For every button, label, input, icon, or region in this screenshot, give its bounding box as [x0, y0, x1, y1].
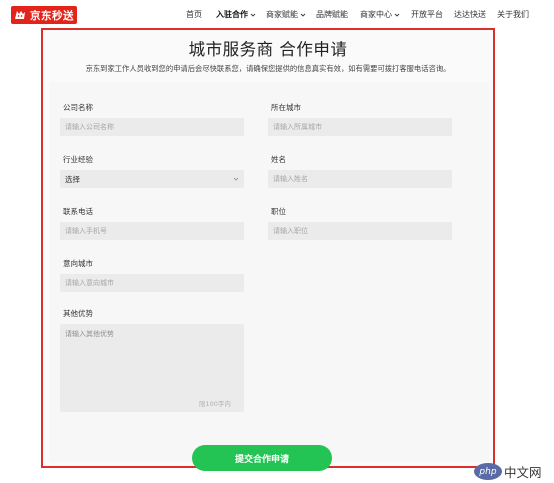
dog-logo-icon — [12, 7, 28, 23]
nav-item-dada[interactable]: 达达快送 — [454, 9, 486, 20]
nav-item-label: 品牌赋能 — [316, 10, 348, 19]
form-area: 公司名称 所在城市 行业经验 选择 姓名 联系电话 职位 意向城市 其他优势 限… — [49, 82, 489, 462]
nav-item-label: 关于我们 — [497, 10, 529, 19]
target-city-label: 意向城市 — [63, 259, 93, 268]
position-label: 职位 — [271, 207, 286, 216]
chevron-down-icon — [250, 13, 256, 17]
company-label: 公司名称 — [63, 103, 93, 112]
phone-input[interactable] — [60, 222, 244, 240]
chevron-down-icon — [300, 13, 306, 17]
nav-item-label: 首页 — [186, 10, 202, 19]
name-input[interactable] — [268, 170, 452, 188]
city-input[interactable] — [268, 118, 452, 136]
nav-item-open-platform[interactable]: 开放平台 — [411, 9, 443, 20]
target-city-input[interactable] — [60, 274, 244, 292]
page-title: 城市服务商 合作申请 — [188, 40, 348, 59]
php-logo-icon: php — [474, 463, 502, 480]
nav-item-label: 商家赋能 — [266, 10, 298, 19]
industry-select[interactable]: 选择 — [60, 170, 244, 188]
watermark: php 中文网 — [474, 462, 542, 481]
nav-item-label: 达达快送 — [454, 10, 486, 19]
top-nav: 京东秒送 首页 入驻合作 商家赋能 品牌赋能 商家中心 开放平台 达达快送 关于… — [0, 0, 554, 30]
watermark-text: 中文网 — [504, 465, 542, 480]
chevron-down-icon — [233, 177, 239, 181]
company-input[interactable] — [60, 118, 244, 136]
submit-application-button[interactable]: 提交合作申请 — [192, 445, 332, 471]
city-label: 所在城市 — [271, 103, 301, 112]
phone-label: 联系电话 — [63, 207, 93, 216]
brand-name: 京东秒送 — [30, 9, 74, 22]
nav-item-brand-empower[interactable]: 品牌赋能 — [316, 9, 348, 20]
nav-item-partnership[interactable]: 入驻合作 — [216, 9, 256, 20]
nav-item-home[interactable]: 首页 — [186, 9, 202, 20]
brand-logo[interactable]: 京东秒送 — [11, 6, 77, 24]
nav-item-merchant-center[interactable]: 商家中心 — [360, 9, 400, 20]
nav-item-label: 开放平台 — [411, 10, 443, 19]
industry-select-value: 选择 — [65, 174, 80, 184]
nav-item-label: 商家中心 — [360, 10, 392, 19]
advantages-label: 其他优势 — [63, 309, 93, 318]
name-label: 姓名 — [271, 155, 286, 164]
position-input[interactable] — [268, 222, 452, 240]
industry-label: 行业经验 — [63, 155, 93, 164]
application-form-frame: 城市服务商 合作申请 京东到家工作人员收到您的申请后会尽快联系您，请确保您提供的… — [41, 28, 495, 468]
page-subtitle: 京东到家工作人员收到您的申请后会尽快联系您，请确保您提供的信息真实有效，如有需要… — [85, 64, 451, 73]
nav-item-about[interactable]: 关于我们 — [497, 9, 529, 20]
nav-item-label: 入驻合作 — [216, 10, 248, 19]
nav-item-merchant-empower[interactable]: 商家赋能 — [266, 9, 306, 20]
chevron-down-icon — [394, 13, 400, 17]
char-limit-hint: 限100字内 — [199, 400, 231, 408]
